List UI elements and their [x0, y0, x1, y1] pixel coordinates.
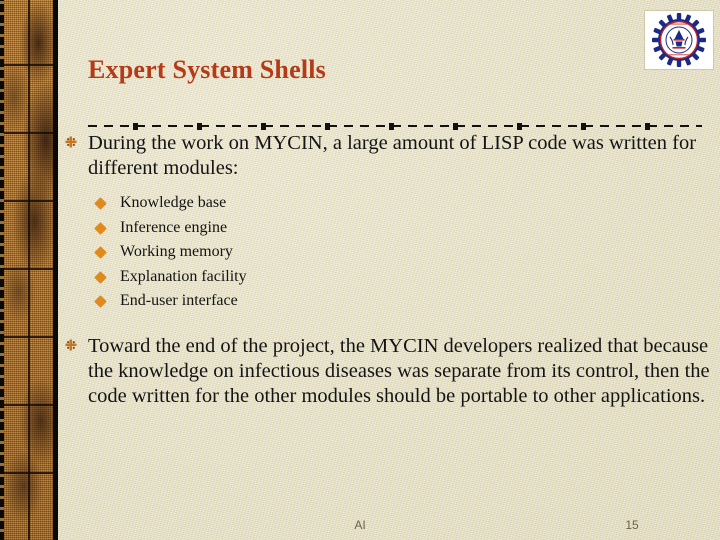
list-item-label: Explanation facility — [120, 267, 247, 285]
list-item: Inference engine — [88, 216, 714, 241]
diamond-bullet-icon — [94, 295, 107, 308]
slide-content: During the work on MYCIN, a large amount… — [64, 131, 714, 415]
dash-dot-divider — [88, 123, 702, 130]
diamond-bullet-icon — [94, 246, 107, 259]
diamond-bullet-icon — [94, 270, 107, 284]
list-item-label: End-user interface — [120, 292, 238, 309]
list-item-label: Inference engine — [120, 218, 228, 236]
page-title: Expert System Shells — [88, 55, 326, 84]
slide-canvas: Expert System Shells During the work on … — [0, 0, 720, 540]
bullet-item-1: During the work on MYCIN, a large amount… — [64, 131, 714, 314]
border-edge-right — [53, 0, 58, 540]
border-grid-overlay — [4, 0, 53, 540]
divider-dots — [88, 123, 702, 130]
list-item-label: Knowledge base — [120, 194, 227, 211]
institute-seal-logo — [645, 11, 713, 69]
list-item: Working memory — [88, 240, 714, 265]
seal-icon — [652, 13, 706, 67]
decorative-left-border — [0, 0, 58, 540]
list-item: Knowledge base — [88, 191, 714, 216]
diamond-bullet-icon — [94, 197, 107, 210]
list-item: End-user interface — [88, 289, 714, 314]
bullet-item-2-text: Toward the end of the project, the MYCIN… — [88, 334, 710, 407]
burst-bullet-icon — [65, 339, 77, 351]
bullet-item-1-text: During the work on MYCIN, a large amount… — [88, 132, 697, 179]
bullet-item-2: Toward the end of the project, the MYCIN… — [64, 334, 714, 409]
list-item-label: Working memory — [120, 243, 233, 260]
footer-page-number: 15 — [625, 518, 639, 532]
border-notch-marks — [0, 0, 4, 540]
diamond-bullet-icon — [94, 221, 107, 235]
sub-bullet-list: Knowledge base Inference engine Working … — [88, 191, 714, 314]
burst-bullet-icon — [65, 136, 77, 148]
list-item: Explanation facility — [88, 265, 714, 290]
